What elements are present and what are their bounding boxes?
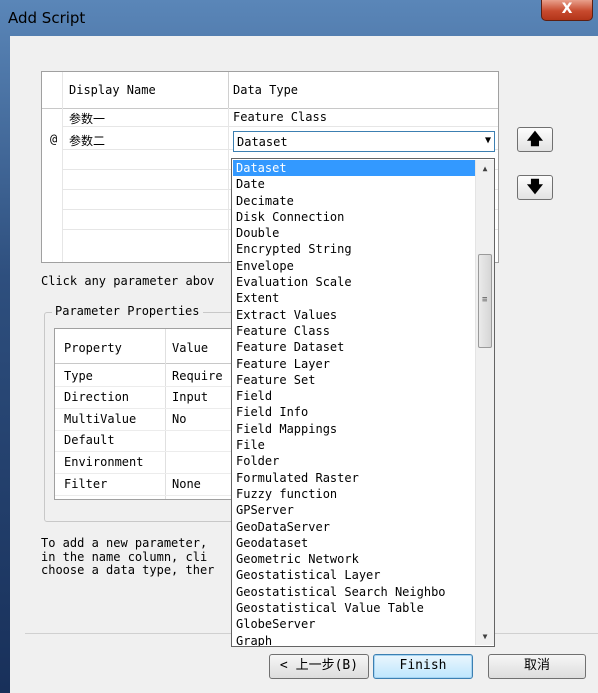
dropdown-option[interactable]: Feature Class [233,323,476,339]
scroll-down-icon[interactable]: ▼ [476,628,494,645]
dropdown-option[interactable]: Geostatistical Layer [233,567,476,583]
grid-header: Display Name Data Type [42,72,498,109]
prop-name: Direction [64,390,130,404]
dropdown-scrollbar[interactable]: ▲ ≡ ▼ [475,160,494,645]
dropdown-option[interactable]: Envelope [233,258,476,274]
dropdown-option[interactable]: Double [233,225,476,241]
dropdown-option[interactable]: Field [233,388,476,404]
finish-button[interactable]: Finish [373,654,473,679]
dropdown-option[interactable]: Evaluation Scale [233,274,476,290]
prop-value[interactable]: Input [172,390,208,404]
instructions-line: choose a data type, ther [41,563,215,577]
dropdown-option[interactable]: Geodataset [233,535,476,551]
dropdown-option[interactable]: Geostatistical Value Table [233,600,476,616]
dropdown-option[interactable]: Feature Dataset [233,339,476,355]
dropdown-option[interactable]: GPServer [233,502,476,518]
dropdown-option[interactable]: Date [233,176,476,192]
prop-name: Default [64,433,115,447]
current-row-marker: @ [50,132,58,146]
props-header: Property Value [55,329,235,364]
prop-name: Filter [64,477,108,491]
dropdown-option[interactable]: Geometric Network [233,551,476,567]
close-icon: X [561,1,573,17]
dropdown-option[interactable]: Geostatistical Search Neighbo [233,584,476,600]
parameter-properties-title: Parameter Properties [52,304,203,318]
dropdown-option[interactable]: Fuzzy function [233,486,476,502]
dropdown-option[interactable]: Feature Layer [233,356,476,372]
param-name-cell[interactable]: 参数一 [69,110,105,127]
dropdown-option[interactable]: Disk Connection [233,209,476,225]
combobox-value: Dataset [237,135,288,149]
param-name-cell[interactable]: 参数二 [69,132,105,149]
dropdown-option[interactable]: Extent [233,290,476,306]
instructions-line: To add a new parameter, [41,536,208,550]
arrow-up-icon: 🡅 [526,129,544,148]
parameter-properties-grid[interactable]: Property Value Type Require Direction In… [54,328,236,500]
column-display-name[interactable]: Display Name [69,83,156,97]
column-value: Value [172,341,209,355]
prop-value[interactable]: Require [172,369,223,383]
move-up-button[interactable]: 🡅 [517,127,553,152]
column-property: Property [64,341,122,355]
dropdown-option[interactable]: Folder [233,453,476,469]
dropdown-option[interactable]: Field Mappings [233,421,476,437]
prop-value[interactable]: No [172,412,186,426]
dropdown-option[interactable]: Field Info [233,404,476,420]
scroll-thumb[interactable]: ≡ [478,254,492,348]
param-type-cell[interactable]: Feature Class [233,110,327,124]
prop-value[interactable]: None [172,477,201,491]
arrow-down-icon: 🡇 [526,177,544,196]
dropdown-items: Dataset Date Decimate Disk Connection Double… [233,160,476,646]
instructions-line: in the name column, cli [41,549,208,564]
grip-icon: ≡ [482,295,488,305]
dropdown-option[interactable]: Encrypted String [233,241,476,257]
data-type-combobox[interactable]: Dataset ▼ [233,131,495,152]
prop-name: MultiValue [64,412,137,426]
instructions-text: To add a new parameter, in the name colu… [41,536,215,578]
dropdown-option[interactable]: Feature Set [233,372,476,388]
prop-name: Environment [64,455,144,469]
column-data-type[interactable]: Data Type [233,83,298,97]
dropdown-option[interactable]: Dataset [233,160,476,177]
dropdown-option[interactable]: Formulated Raster [233,470,476,486]
title-bar: Add Script X [0,0,598,36]
dropdown-option[interactable]: GeoDataServer [233,519,476,535]
data-type-dropdown-list[interactable]: Dataset Date Decimate Disk Connection Double… [231,158,495,647]
dropdown-option[interactable]: GlobeServer [233,616,476,632]
dropdown-option[interactable]: File [233,437,476,453]
scroll-up-icon[interactable]: ▲ [476,160,494,177]
window-title: Add Script [8,9,86,27]
move-down-button[interactable]: 🡇 [517,175,553,200]
prop-name: Type [64,369,93,383]
chevron-down-icon[interactable]: ▼ [485,135,491,146]
close-button[interactable]: X [541,0,593,21]
dropdown-option[interactable]: Decimate [233,193,476,209]
back-button[interactable]: < 上一步(B) [269,654,369,679]
cancel-button[interactable]: 取消 [488,654,586,679]
dropdown-option[interactable]: Graph [233,633,476,646]
dropdown-option[interactable]: Extract Values [233,307,476,323]
hint-text: Click any parameter abov [41,274,215,288]
